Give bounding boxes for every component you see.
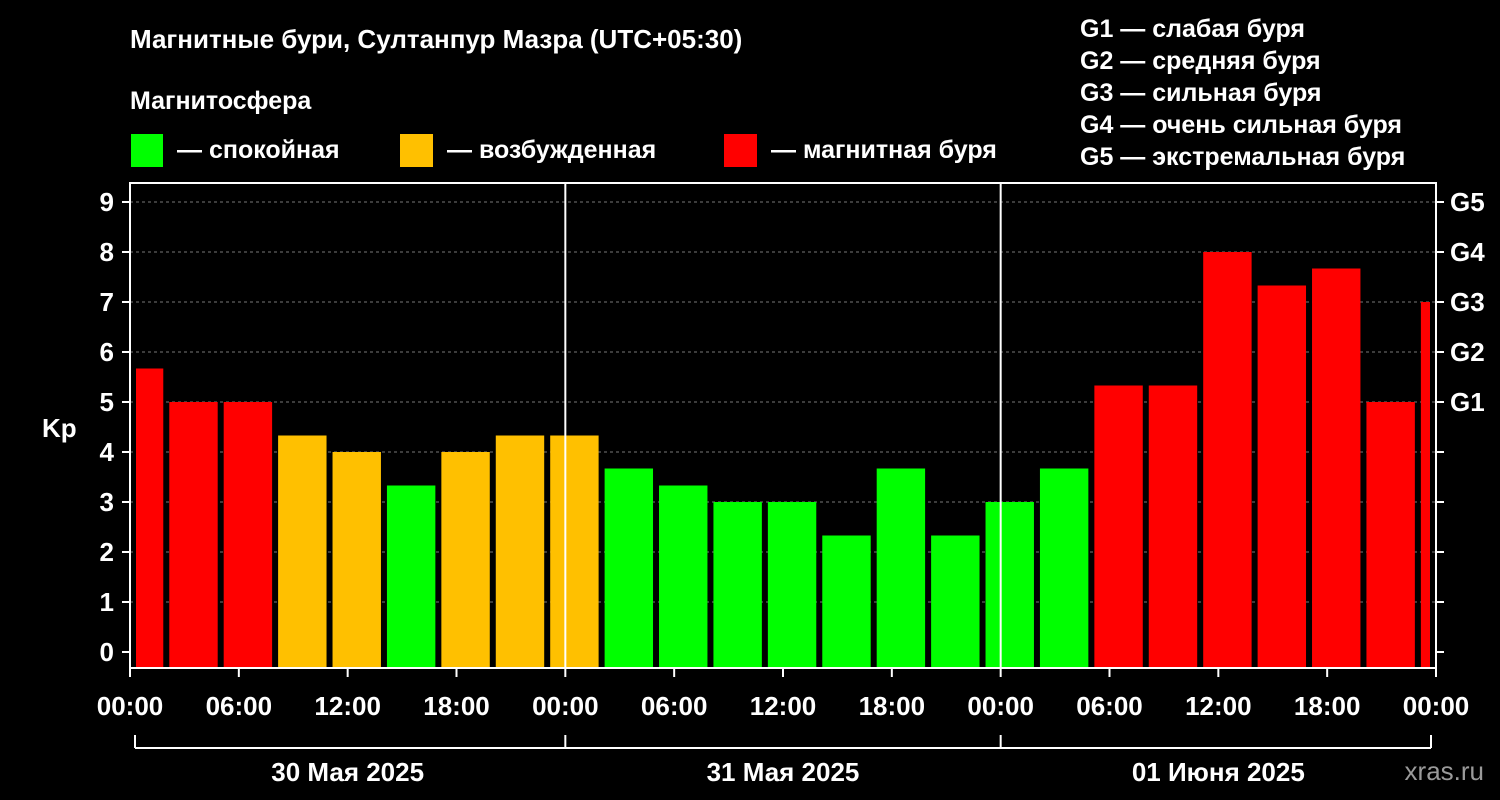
kp-bar-9 bbox=[604, 468, 654, 668]
kp-bar-7 bbox=[495, 435, 545, 668]
g-level-label-1: G2 bbox=[1450, 337, 1485, 367]
y-tick-label-8: 8 bbox=[100, 237, 114, 267]
x-tick-label-2: 12:00 bbox=[314, 691, 381, 721]
kp-bar-2 bbox=[223, 402, 273, 668]
kp-bar-6 bbox=[441, 452, 490, 668]
plot-area: 0 1 2 3 4 5 6 7 8 9 G1 G2 G3 G4 G5 00:00 06:00 12:00 18:00… bbox=[97, 182, 1485, 787]
kp-bar-16 bbox=[985, 502, 1034, 668]
kp-bar-5 bbox=[386, 485, 436, 668]
y-tick-label-3: 3 bbox=[100, 487, 114, 517]
legend-label-active: — возбужденная bbox=[447, 136, 656, 164]
day-label-1: 31 Мая 2025 bbox=[707, 757, 860, 787]
y-tick-label-1: 1 bbox=[100, 587, 114, 617]
x-tick-label-1: 06:00 bbox=[206, 691, 273, 721]
legend-heading: Магнитосфера bbox=[130, 87, 312, 115]
kp-bar-22 bbox=[1312, 268, 1361, 668]
kp-bar-21 bbox=[1257, 285, 1307, 668]
x-tick-label-0: 00:00 bbox=[97, 691, 164, 721]
kp-bar-10 bbox=[659, 485, 708, 668]
y-tick-label-0: 0 bbox=[100, 637, 114, 667]
g-level-label-2: G3 bbox=[1450, 287, 1485, 317]
g-scale-item-g4: G4 — очень сильная буря bbox=[1080, 111, 1402, 139]
y-tick-label-9: 9 bbox=[100, 187, 114, 217]
kp-bar-15 bbox=[931, 535, 980, 668]
x-tick-label-11: 18:00 bbox=[1294, 691, 1361, 721]
x-tick-label-7: 18:00 bbox=[859, 691, 926, 721]
kp-chart: Магнитные бури, Султанпур Мазра (UTC+05:… bbox=[42, 15, 1485, 787]
y-tick-label-6: 6 bbox=[100, 337, 114, 367]
kp-bar-19 bbox=[1148, 385, 1198, 668]
kp-bar-14 bbox=[876, 468, 926, 668]
legend-swatch-active bbox=[400, 134, 433, 167]
kp-bar-0 bbox=[136, 368, 164, 668]
legend-label-quiet: — спокойная bbox=[177, 136, 340, 164]
kp-bar-18 bbox=[1094, 385, 1143, 668]
y-tick-label-5: 5 bbox=[100, 387, 114, 417]
kp-bar-8 bbox=[550, 435, 599, 668]
x-tick-label-3: 18:00 bbox=[423, 691, 490, 721]
y-tick-label-4: 4 bbox=[100, 437, 115, 467]
day-label-0: 30 Мая 2025 bbox=[271, 757, 424, 787]
kp-bar-24 bbox=[1420, 302, 1430, 668]
x-tick-label-10: 12:00 bbox=[1185, 691, 1252, 721]
x-tick-label-5: 06:00 bbox=[641, 691, 708, 721]
g-scale-item-g2: G2 — средняя буря bbox=[1080, 47, 1321, 75]
g-level-label-0: G1 bbox=[1450, 387, 1485, 417]
kp-bar-20 bbox=[1203, 252, 1252, 668]
x-tick-label-12: 00:00 bbox=[1403, 691, 1470, 721]
x-tick-label-4: 00:00 bbox=[532, 691, 599, 721]
g-scale-item-g3: G3 — сильная буря bbox=[1080, 79, 1322, 107]
g-level-label-4: G5 bbox=[1450, 187, 1485, 217]
x-tick-label-6: 12:00 bbox=[750, 691, 817, 721]
day-label-2: 01 Июня 2025 bbox=[1132, 757, 1305, 787]
kp-bar-23 bbox=[1366, 402, 1415, 668]
g-level-label-3: G4 bbox=[1450, 237, 1485, 267]
y-axis-label: Kp bbox=[42, 413, 77, 443]
legend-swatch-quiet bbox=[131, 134, 163, 167]
kp-bar-3 bbox=[278, 435, 327, 668]
kp-bar-11 bbox=[713, 502, 762, 668]
kp-bar-12 bbox=[767, 502, 817, 668]
x-tick-label-8: 00:00 bbox=[967, 691, 1034, 721]
y-tick-label-7: 7 bbox=[100, 287, 114, 317]
legend-label-storm: — магнитная буря bbox=[771, 136, 997, 164]
kp-bar-13 bbox=[822, 535, 871, 668]
g-scale-item-g1: G1 — слабая буря bbox=[1080, 15, 1305, 43]
chart-title: Магнитные бури, Султанпур Мазра (UTC+05:… bbox=[130, 24, 742, 54]
x-tick-label-9: 06:00 bbox=[1076, 691, 1143, 721]
g-scale-item-g5: G5 — экстремальная буря bbox=[1080, 143, 1405, 171]
legend-swatch-storm bbox=[724, 134, 757, 167]
y-tick-label-2: 2 bbox=[100, 537, 114, 567]
watermark: xras.ru bbox=[1405, 756, 1484, 786]
kp-bar-1 bbox=[169, 402, 218, 668]
kp-bar-17 bbox=[1039, 468, 1089, 668]
kp-bar-4 bbox=[332, 452, 381, 668]
